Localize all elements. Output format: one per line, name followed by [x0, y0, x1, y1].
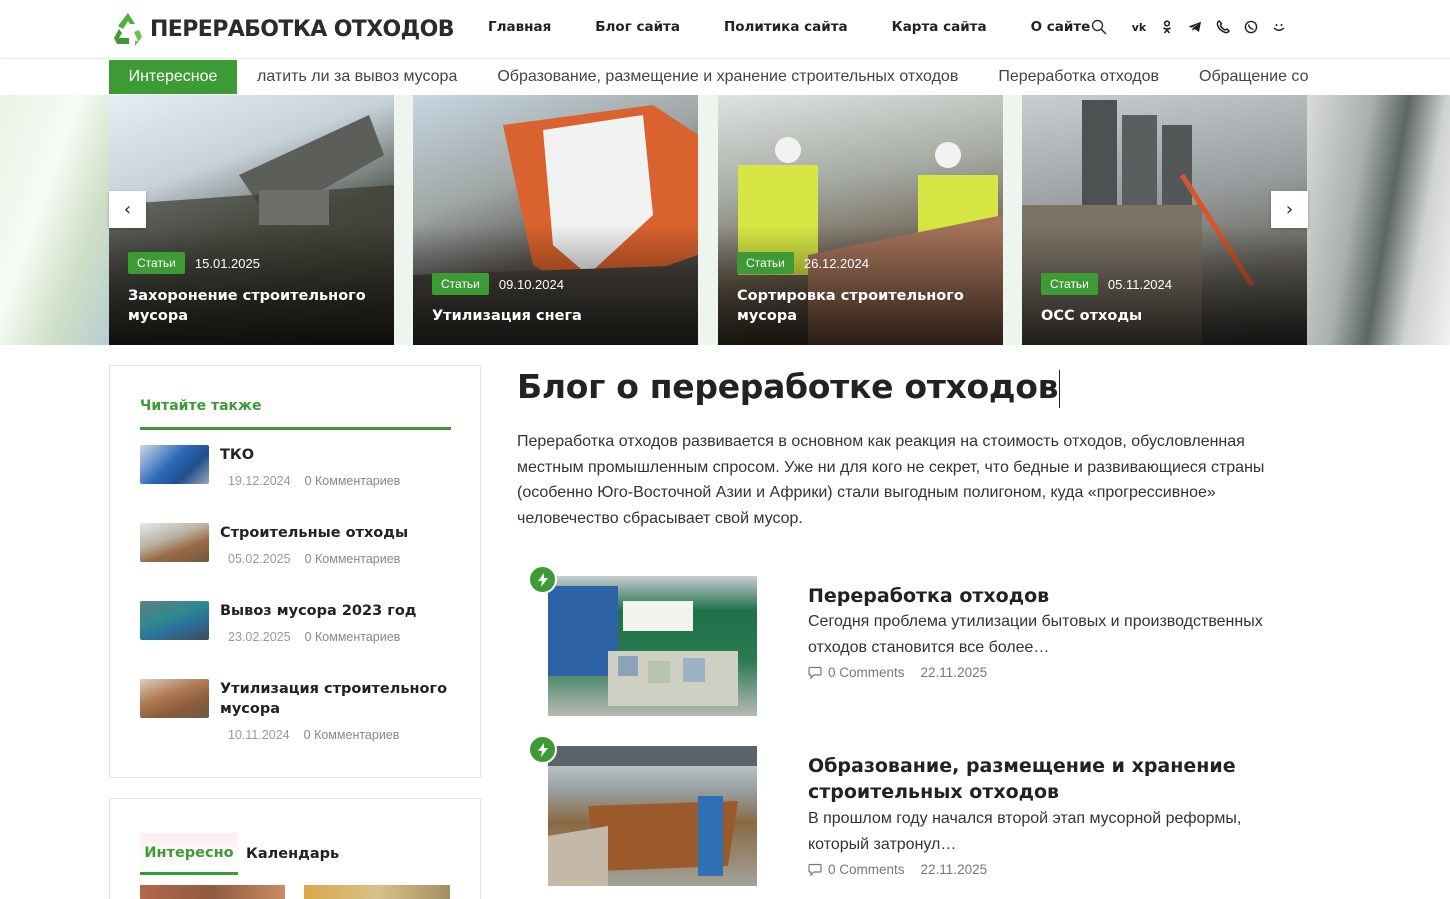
site-logo[interactable]: ПЕРЕРАБОТКА ОТХОДОВ: [109, 10, 455, 48]
article-comments[interactable]: 0 Комментариев: [305, 474, 401, 488]
header-icons: vk: [1090, 18, 1298, 36]
site-header: ПЕРЕРАБОТКА ОТХОДОВ Главная Блог сайта П…: [0, 0, 1450, 59]
post-card[interactable]: Переработка отходов Сегодня проблема ути…: [528, 565, 1288, 725]
main-nav: Главная Блог сайта Политика сайта Карта …: [488, 19, 1134, 35]
category-badge[interactable]: Статьи: [128, 252, 185, 274]
article-title[interactable]: Вывоз мусора 2023 год: [220, 601, 450, 621]
ticker-track: латить ли за вывоз мусора Образование, р…: [237, 60, 1309, 94]
tabs-widget: Интересно Календарь: [109, 798, 481, 899]
slide-card[interactable]: Статьи 26.12.2024 Сортировка строительно…: [718, 95, 1003, 345]
article-date: 19.12.2024: [228, 474, 291, 488]
mail-ru-icon[interactable]: [1270, 18, 1288, 36]
news-ticker: Интересное латить ли за вывоз мусора Обр…: [0, 59, 1450, 95]
article-date: 10.11.2024: [228, 728, 290, 742]
tab-interesting[interactable]: Интересно: [140, 833, 238, 875]
ticker-label: Интересное: [109, 60, 237, 94]
page-title: Блог о переработке отходов: [517, 367, 1061, 408]
post-excerpt: Сегодня проблема утилизации бытовых и пр…: [808, 613, 1263, 656]
slide-title[interactable]: Захоронение строительного мусора: [128, 286, 382, 326]
list-item[interactable]: Вывоз мусора 2023 год 23.02.2025 0 Коммен…: [140, 601, 460, 661]
odnoklassniki-icon[interactable]: [1158, 18, 1176, 36]
slide-date: 26.12.2024: [803, 255, 869, 271]
tab-calendar[interactable]: Календарь: [246, 833, 339, 875]
slider-next-button[interactable]: ›: [1271, 191, 1308, 228]
nav-about[interactable]: О сайте: [1031, 19, 1091, 35]
article-thumbnail[interactable]: [140, 679, 209, 718]
intro-text: Переработка отходов развивается в основн…: [517, 433, 1265, 527]
nav-home[interactable]: Главная: [488, 19, 551, 35]
slide-card[interactable]: Статьи 05.11.2024 ОСС отходы: [1022, 95, 1307, 345]
recycle-icon: [114, 13, 142, 46]
list-item[interactable]: Строительные отходы 05.02.2025 0 Коммента…: [140, 523, 460, 583]
article-thumbnail[interactable]: [140, 445, 209, 484]
ticker-item[interactable]: латить ли за вывоз мусора: [257, 68, 457, 86]
post-date: 22.11.2025: [920, 665, 988, 680]
slider-prev-button[interactable]: ‹: [109, 191, 146, 228]
lightning-icon: [528, 735, 557, 764]
post-comments[interactable]: 0 Comments: [828, 665, 905, 680]
article-comments[interactable]: 0 Комментариев: [305, 630, 401, 644]
slide-peek-right: [1307, 95, 1450, 345]
slide-date: 15.01.2025: [194, 255, 260, 271]
widget-title: Читайте также: [140, 398, 262, 414]
comment-icon: [808, 666, 822, 679]
viber-icon[interactable]: [1214, 18, 1232, 36]
widget-underline: [140, 427, 451, 430]
list-item[interactable]: ТКО 19.12.2024 0 Комментариев: [140, 445, 460, 505]
article-thumbnail[interactable]: [140, 885, 285, 899]
ticker-item[interactable]: Переработка отходов: [998, 68, 1159, 86]
slide-peek-left: [0, 95, 109, 345]
post-comments[interactable]: 0 Comments: [828, 862, 905, 877]
chevron-left-icon: ‹: [123, 199, 132, 220]
ticker-item[interactable]: Образование, размещение и хранение строи…: [497, 68, 958, 86]
article-title[interactable]: Утилизация строительного мусора: [220, 679, 450, 719]
article-date: 05.02.2025: [228, 552, 291, 566]
category-badge[interactable]: Статьи: [737, 252, 794, 274]
post-thumbnail[interactable]: [548, 746, 757, 886]
read-also-widget: Читайте также ТКО 19.12.2024 0 Комментари…: [109, 365, 481, 778]
post-title[interactable]: Переработка отходов: [808, 583, 1278, 609]
post-title[interactable]: Образование, размещение и хранение строи…: [808, 753, 1278, 805]
post-card[interactable]: Образование, размещение и хранение строи…: [528, 735, 1288, 895]
slide-title[interactable]: ОСС отходы: [1041, 306, 1295, 326]
vk-icon[interactable]: vk: [1130, 18, 1148, 36]
article-comments[interactable]: 0 Комментариев: [305, 552, 401, 566]
search-icon[interactable]: [1090, 18, 1108, 36]
article-comments[interactable]: 0 Комментариев: [304, 728, 400, 742]
comment-icon: [808, 863, 822, 876]
article-title[interactable]: Строительные отходы: [220, 523, 450, 543]
slide-title[interactable]: Утилизация снега: [432, 306, 686, 326]
article-thumbnail[interactable]: [304, 885, 450, 899]
nav-policy[interactable]: Политика сайта: [724, 19, 848, 35]
article-date: 23.02.2025: [228, 630, 291, 644]
featured-slider: Статьи 15.01.2025 Захоронение строительн…: [0, 95, 1450, 345]
article-thumbnail[interactable]: [140, 601, 209, 640]
nav-blog[interactable]: Блог сайта: [595, 19, 680, 35]
article-title[interactable]: ТКО: [220, 445, 450, 465]
whatsapp-icon[interactable]: [1242, 18, 1260, 36]
logo-text: ПЕРЕРАБОТКА ОТХОДОВ: [150, 16, 455, 42]
slide-date: 05.11.2024: [1107, 276, 1172, 292]
ticker-item[interactable]: Обращение со с: [1199, 68, 1309, 86]
category-badge[interactable]: Статьи: [1041, 273, 1098, 295]
telegram-icon[interactable]: [1186, 18, 1204, 36]
lightning-icon: [528, 565, 557, 594]
slide-card[interactable]: Статьи 09.10.2024 Утилизация снега: [413, 95, 698, 345]
slide-title[interactable]: Сортировка строительного мусора: [737, 286, 991, 326]
post-excerpt: В прошлом году начался второй этап мусор…: [808, 810, 1242, 853]
chevron-right-icon: ›: [1285, 199, 1294, 220]
category-badge[interactable]: Статьи: [432, 273, 489, 295]
post-thumbnail[interactable]: [548, 576, 757, 716]
slide-date: 09.10.2024: [498, 276, 564, 292]
post-date: 22.11.2025: [920, 862, 988, 877]
nav-sitemap[interactable]: Карта сайта: [892, 19, 987, 35]
slide-card[interactable]: Статьи 15.01.2025 Захоронение строительн…: [109, 95, 394, 345]
article-thumbnail[interactable]: [140, 523, 209, 562]
list-item[interactable]: Утилизация строительного мусора 10.11.20…: [140, 679, 460, 759]
